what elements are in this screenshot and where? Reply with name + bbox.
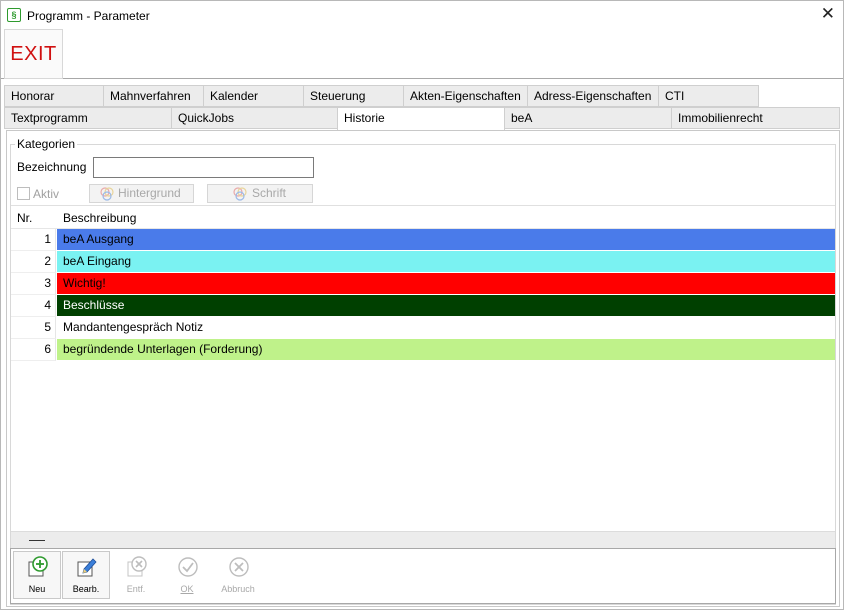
schrift-label: Schrift — [252, 186, 287, 200]
cancel-x-icon — [229, 557, 249, 577]
neu-button[interactable]: Neu — [13, 551, 61, 599]
parameter-window: § Programm - Parameter ✕ EXIT Honorar Ma… — [0, 0, 844, 610]
schrift-button[interactable]: Schrift — [207, 184, 313, 203]
splitter-bar[interactable] — [11, 531, 835, 548]
row-number: 3 — [11, 273, 56, 295]
app-icon: § — [7, 8, 21, 22]
tab-bea[interactable]: beA — [504, 107, 672, 129]
table-header: Nr. Beschreibung — [11, 206, 835, 229]
color-circles-icon — [100, 187, 114, 201]
row-number: 6 — [11, 339, 56, 361]
hintergrund-label: Hintergrund — [118, 186, 181, 200]
group-label-kategorien: Kategorien — [15, 137, 78, 151]
row-description: Beschlüsse — [57, 295, 835, 316]
bezeichnung-input[interactable] — [93, 157, 314, 178]
row-number: 4 — [11, 295, 56, 317]
aktiv-label: Aktiv — [33, 187, 60, 201]
title-bar: § Programm - Parameter ✕ — [1, 1, 843, 29]
hintergrund-button[interactable]: Hintergrund — [89, 184, 194, 203]
table-row[interactable]: 6 begründende Unterlagen (Forderung) — [11, 339, 835, 361]
abbruch-button[interactable]: Abbruch — [214, 551, 262, 599]
row-description: beA Eingang — [57, 251, 835, 272]
table-row[interactable]: 1 beA Ausgang — [11, 229, 835, 251]
row-number: 5 — [11, 317, 56, 339]
column-header-nr[interactable]: Nr. — [17, 211, 32, 225]
ok-button[interactable]: OK — [163, 551, 211, 599]
row-description: Wichtig! — [57, 273, 835, 294]
entf-button[interactable]: Entf. — [112, 551, 160, 599]
color-circles-icon — [233, 187, 247, 201]
ok-label: OK — [180, 584, 194, 594]
table-row[interactable]: 3 Wichtig! — [11, 273, 835, 295]
row-description: Mandantengespräch Notiz — [57, 317, 835, 338]
tab-textprogramm[interactable]: Textprogramm — [4, 107, 172, 129]
window-title: Programm - Parameter — [27, 9, 150, 23]
tab-historie[interactable]: Historie — [337, 107, 505, 131]
bearb-button[interactable]: Bearb. — [62, 551, 110, 599]
categories-table: Nr. Beschreibung 1 beA Ausgang 2 beA Eingan… — [11, 205, 835, 531]
aktiv-checkbox[interactable] — [17, 187, 30, 200]
tab-steuerung[interactable]: Steuerung — [303, 85, 404, 107]
row-number: 1 — [11, 229, 56, 251]
column-header-beschreibung[interactable]: Beschreibung — [63, 211, 136, 225]
table-row[interactable]: 2 beA Eingang — [11, 251, 835, 273]
row-number: 2 — [11, 251, 56, 273]
plus-circle-icon — [28, 556, 48, 577]
close-icon[interactable]: ✕ — [821, 4, 835, 24]
collapse-dash-icon[interactable] — [29, 540, 45, 541]
tab-honorar[interactable]: Honorar — [4, 85, 105, 107]
tab-immobilienrecht[interactable]: Immobilienrecht — [671, 107, 840, 129]
bezeichnung-label: Bezeichnung — [17, 160, 87, 174]
tab-adress-eigenschaften[interactable]: Adress-Eigenschaften — [527, 85, 660, 107]
row-description: begründende Unterlagen (Forderung) — [57, 339, 835, 360]
tab-kalender[interactable]: Kalender — [203, 85, 305, 107]
checkmark-icon — [178, 557, 198, 577]
abbruch-label: Abbruch — [221, 584, 255, 594]
tab-akten-eigenschaften[interactable]: Akten-Eigenschaften — [403, 85, 528, 107]
table-row[interactable]: 4 Beschlüsse — [11, 295, 835, 317]
row-description: beA Ausgang — [57, 229, 835, 250]
pencil-icon — [77, 558, 97, 577]
toolbar: EXIT — [1, 29, 843, 79]
neu-label: Neu — [28, 584, 46, 594]
exit-button[interactable]: EXIT — [4, 29, 63, 79]
action-bar: Neu Bearb. Entf. OK Abbruch — [10, 548, 836, 604]
tab-quickjobs[interactable]: QuickJobs — [171, 107, 338, 129]
tab-mahnverfahren[interactable]: Mahnverfahren — [103, 85, 204, 107]
table-row[interactable]: 5 Mandantengespräch Notiz — [11, 317, 835, 339]
entf-label: Entf. — [126, 584, 146, 594]
tab-cti[interactable]: CTI — [658, 85, 759, 107]
bearb-label: Bearb. — [72, 584, 100, 594]
delete-x-icon — [127, 556, 147, 577]
